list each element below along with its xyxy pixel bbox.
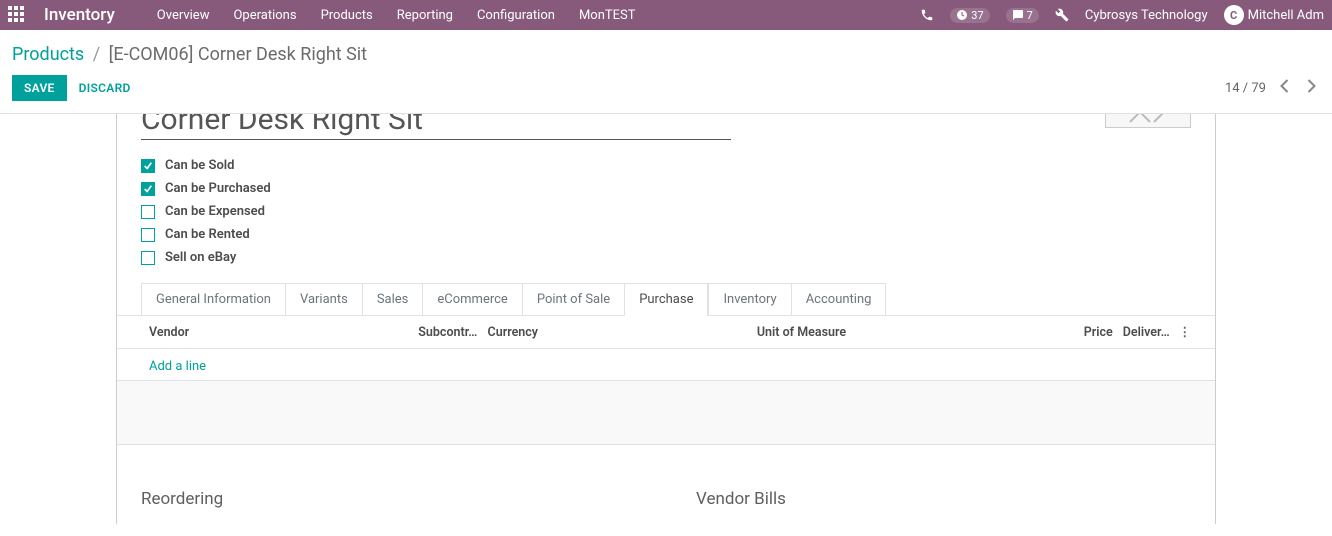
checkbox-label: Can be Expensed: [165, 204, 265, 219]
breadcrumb-current: [E-COM06] Corner Desk Right Sit: [109, 44, 367, 65]
checkbox-icon: [141, 182, 155, 196]
checkbox-can-be-sold[interactable]: Can be Sold: [141, 158, 1191, 173]
checkbox-label: Can be Sold: [165, 158, 235, 173]
pager-text: 14 / 79: [1225, 81, 1266, 96]
col-uom: Unit of Measure: [757, 325, 1065, 340]
messages-count: 7: [1027, 9, 1033, 22]
checkbox-can-be-rented[interactable]: Can be Rented: [141, 227, 1191, 242]
app-title: Inventory: [44, 5, 115, 25]
kebab-icon[interactable]: ⋮: [1179, 324, 1192, 340]
menu-configuration[interactable]: Configuration: [475, 2, 557, 29]
phone-icon[interactable]: [920, 8, 934, 22]
menu-reporting[interactable]: Reporting: [395, 2, 455, 29]
checkbox-icon: [141, 228, 155, 242]
menu-montest[interactable]: MonTEST: [577, 2, 638, 29]
menu-overview[interactable]: Overview: [155, 2, 212, 29]
activities-badge[interactable]: 37: [950, 8, 989, 23]
messages-badge[interactable]: 7: [1006, 8, 1039, 23]
apps-icon[interactable]: [8, 6, 26, 24]
main-menu: Overview Operations Products Reporting C…: [155, 2, 638, 29]
menu-operations[interactable]: Operations: [231, 2, 298, 29]
vendor-taxes-label: Vendor Taxes: [696, 523, 846, 524]
discard-button[interactable]: DISCARD: [67, 75, 143, 101]
col-delivery: Deliver…: [1123, 325, 1179, 340]
col-vendor: Vendor: [149, 325, 418, 340]
tab-general-information[interactable]: General Information: [141, 283, 285, 316]
activities-count: 37: [971, 9, 983, 22]
tab-point-of-sale[interactable]: Point of Sale: [522, 283, 624, 316]
checkbox-label: Can be Rented: [165, 227, 250, 242]
product-name-input[interactable]: Corner Desk Right Sit: [141, 114, 731, 140]
menu-products[interactable]: Products: [319, 2, 375, 29]
checkbox-sell-on-ebay[interactable]: Sell on eBay: [141, 250, 1191, 265]
empty-rows: [117, 381, 1215, 445]
checkbox-label: Sell on eBay: [165, 250, 236, 265]
col-subcontracted: Subcontr…: [418, 325, 487, 340]
pager-next-icon[interactable]: [1303, 75, 1320, 101]
add-line-link[interactable]: Add a line: [149, 359, 206, 374]
user-name: Mitchell Adm: [1248, 8, 1324, 23]
reordering-title: Reordering: [141, 489, 636, 509]
save-button[interactable]: SAVE: [12, 75, 67, 101]
tab-inventory[interactable]: Inventory: [708, 283, 790, 316]
tab-ecommerce[interactable]: eCommerce: [422, 283, 521, 316]
checkbox-can-be-purchased[interactable]: Can be Purchased: [141, 181, 1191, 196]
company-name[interactable]: Cybrosys Technology: [1085, 8, 1208, 23]
pager-prev-icon[interactable]: [1276, 75, 1293, 101]
procurement-label: Procurement: [141, 523, 291, 524]
user-menu[interactable]: C Mitchell Adm: [1224, 5, 1324, 25]
avatar: C: [1224, 5, 1244, 25]
checkbox-icon: [141, 159, 155, 173]
tab-variants[interactable]: Variants: [285, 283, 362, 316]
product-image[interactable]: [1105, 114, 1191, 128]
col-currency: Currency: [488, 325, 757, 340]
tab-purchase[interactable]: Purchase: [624, 283, 708, 316]
procurement-option: Create a draft purchase order: [311, 523, 480, 524]
tab-sales[interactable]: Sales: [362, 283, 423, 316]
breadcrumb-sep: /: [93, 44, 100, 65]
tools-icon[interactable]: [1055, 8, 1069, 22]
tab-accounting[interactable]: Accounting: [791, 283, 887, 316]
vendor-bills-title: Vendor Bills: [696, 489, 1191, 509]
breadcrumb: Products / [E-COM06] Corner Desk Right S…: [0, 30, 1332, 75]
checkbox-icon: [141, 251, 155, 265]
checkbox-can-be-expensed[interactable]: Can be Expensed: [141, 204, 1191, 219]
col-price: Price: [1065, 325, 1113, 340]
checkbox-label: Can be Purchased: [165, 181, 271, 196]
breadcrumb-parent[interactable]: Products: [12, 44, 84, 65]
vendor-table-header: Vendor Subcontr… Currency Unit of Measur…: [117, 316, 1215, 349]
checkbox-icon: [141, 205, 155, 219]
